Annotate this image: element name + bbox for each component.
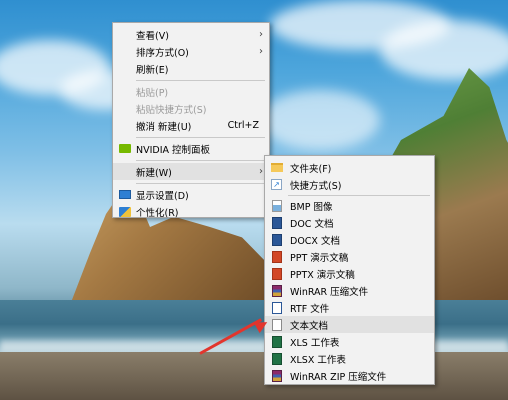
nvidia-icon <box>118 143 131 155</box>
menu-item-new[interactable]: 新建(W) › <box>113 163 269 180</box>
menu-item-paste[interactable]: 粘贴(P) <box>113 83 269 100</box>
new-item-doc[interactable]: DOC 文档 <box>265 214 434 231</box>
menu-item-paste-shortcut[interactable]: 粘贴快捷方式(S) <box>113 100 269 117</box>
menu-item-view[interactable]: 查看(V) › <box>113 26 269 43</box>
menu-item-sort-by[interactable]: 排序方式(O) › <box>113 43 269 60</box>
menu-item-label: XLS 工作表 <box>290 337 340 349</box>
word-docx-icon <box>270 233 283 246</box>
menu-separator <box>136 160 265 161</box>
new-item-xls[interactable]: XLS 工作表 <box>265 333 434 350</box>
cloud <box>260 90 380 150</box>
menu-item-label: 刷新(E) <box>136 64 169 76</box>
powerpoint-icon <box>270 250 283 263</box>
menu-item-label: 查看(V) <box>136 30 169 42</box>
menu-item-label: DOC 文档 <box>290 218 334 230</box>
menu-item-label: DOCX 文档 <box>290 235 340 247</box>
menu-item-label: WinRAR ZIP 压缩文件 <box>290 371 387 383</box>
menu-item-label: 排序方式(O) <box>136 47 189 59</box>
menu-item-label: 粘贴快捷方式(S) <box>136 104 207 116</box>
new-submenu: 文件夹(F) ↗ 快捷方式(S) BMP 图像 DOC 文档 DOCX 文档 P… <box>264 155 435 385</box>
menu-item-label: 文件夹(F) <box>290 163 332 175</box>
rtf-icon <box>270 301 283 314</box>
menu-item-display-settings[interactable]: 显示设置(D) <box>113 186 269 203</box>
menu-item-label: 个性化(R) <box>136 207 179 219</box>
new-item-docx[interactable]: DOCX 文档 <box>265 231 434 248</box>
new-item-bmp-image[interactable]: BMP 图像 <box>265 197 434 214</box>
excel-x-icon <box>270 352 283 365</box>
menu-item-label: BMP 图像 <box>290 201 333 213</box>
menu-item-nvidia-control-panel[interactable]: NVIDIA 控制面板 <box>113 140 269 157</box>
new-item-folder[interactable]: 文件夹(F) <box>265 159 434 176</box>
folder-icon <box>270 162 283 174</box>
menu-separator <box>136 80 265 81</box>
display-icon <box>118 189 131 201</box>
shortcut-icon: ↗ <box>270 179 283 191</box>
powerpoint-x-icon <box>270 267 283 280</box>
desktop-context-menu: 查看(V) › 排序方式(O) › 刷新(E) 粘贴(P) 粘贴快捷方式(S) … <box>112 22 270 220</box>
menu-item-label: XLSX 工作表 <box>290 354 346 366</box>
new-item-text-document[interactable]: 文本文档 <box>265 316 434 333</box>
menu-item-label: 显示设置(D) <box>136 190 189 202</box>
winrar-zip-icon <box>270 369 283 382</box>
menu-item-label: RTF 文件 <box>290 303 330 315</box>
menu-item-personalize[interactable]: 个性化(R) <box>113 203 269 220</box>
new-item-rtf[interactable]: RTF 文件 <box>265 299 434 316</box>
bmp-image-icon <box>270 199 283 212</box>
chevron-right-icon: › <box>259 46 263 57</box>
personalize-icon <box>118 206 131 218</box>
menu-item-shortcut: Ctrl+Z <box>227 120 259 131</box>
chevron-right-icon: › <box>259 166 263 177</box>
text-doc-icon <box>270 318 283 331</box>
chevron-right-icon: › <box>259 29 263 40</box>
menu-item-label: 文本文档 <box>290 320 329 332</box>
menu-item-undo-new[interactable]: 撤消 新建(U) Ctrl+Z <box>113 117 269 134</box>
excel-icon <box>270 335 283 348</box>
word-doc-icon <box>270 216 283 229</box>
menu-item-label: WinRAR 压缩文件 <box>290 286 369 298</box>
menu-item-refresh[interactable]: 刷新(E) <box>113 60 269 77</box>
new-item-shortcut[interactable]: ↗ 快捷方式(S) <box>265 176 434 193</box>
menu-item-label: PPTX 演示文稿 <box>290 269 355 281</box>
menu-item-label: 撤消 新建(U) <box>136 121 192 133</box>
menu-separator <box>136 183 265 184</box>
new-item-winrar[interactable]: WinRAR 压缩文件 <box>265 282 434 299</box>
menu-item-label: 粘贴(P) <box>136 87 169 99</box>
new-item-winrar-zip[interactable]: WinRAR ZIP 压缩文件 <box>265 367 434 384</box>
menu-item-label: PPT 演示文稿 <box>290 252 349 264</box>
menu-item-label: NVIDIA 控制面板 <box>136 144 211 156</box>
menu-separator <box>288 195 430 196</box>
winrar-icon <box>270 284 283 297</box>
new-item-xlsx[interactable]: XLSX 工作表 <box>265 350 434 367</box>
cloud <box>380 20 508 80</box>
menu-separator <box>136 137 265 138</box>
menu-item-label: 快捷方式(S) <box>290 180 342 192</box>
new-item-pptx[interactable]: PPTX 演示文稿 <box>265 265 434 282</box>
menu-item-label: 新建(W) <box>136 167 172 179</box>
new-item-ppt[interactable]: PPT 演示文稿 <box>265 248 434 265</box>
